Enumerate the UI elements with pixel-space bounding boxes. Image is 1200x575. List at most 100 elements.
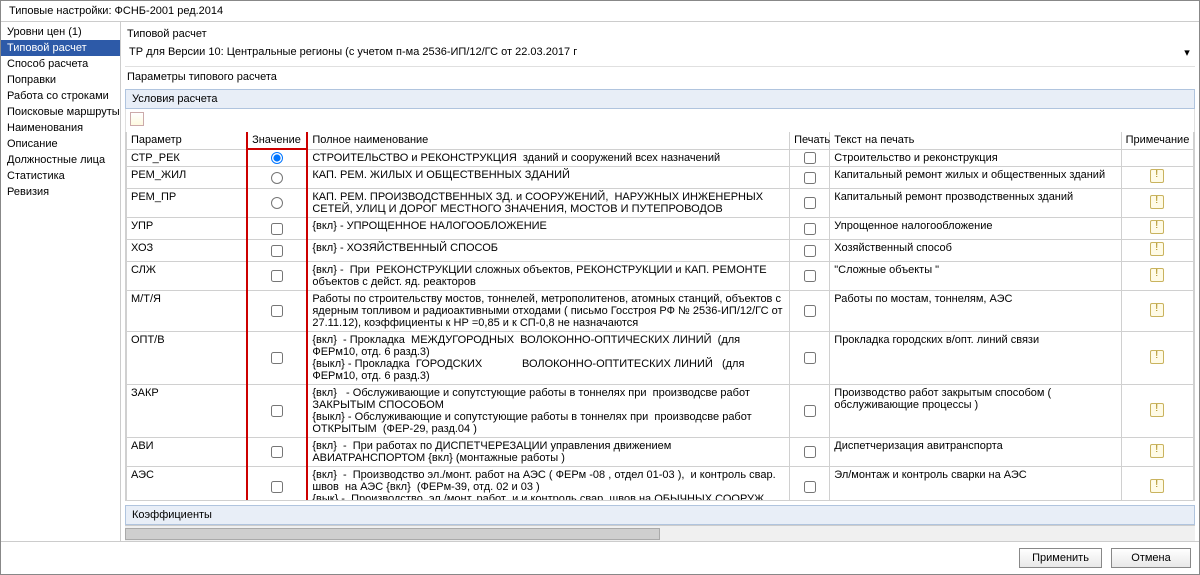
table-row: ХОЗ{вкл} - ХОЗЯЙСТВЕННЫЙ СПОСОБХозяйстве…	[127, 240, 1194, 262]
note-icon[interactable]	[1150, 479, 1164, 493]
fullname-cell: {вкл} - Обслуживающие и сопутстующие раб…	[307, 385, 789, 438]
print-cell	[790, 149, 830, 167]
sidebar-item[interactable]: Наименования	[1, 120, 120, 136]
value-cell	[247, 167, 307, 189]
conditions-group-header[interactable]: Условия расчета	[125, 89, 1195, 109]
print-checkbox[interactable]	[804, 245, 816, 257]
sidebar-item[interactable]: Поправки	[1, 72, 120, 88]
param-cell: УПР	[127, 218, 248, 240]
fullname-cell: {вкл} - Производство эл./монт. работ на …	[307, 467, 789, 501]
value-checkbox[interactable]	[271, 245, 283, 257]
table-row: РЕМ_ПРКАП. РЕМ. ПРОИЗВОДСТВЕННЫХ ЗД. и С…	[127, 189, 1194, 218]
col-note[interactable]: Примечание	[1121, 132, 1193, 149]
print-checkbox[interactable]	[804, 446, 816, 458]
note-cell	[1121, 189, 1193, 218]
print-cell	[790, 240, 830, 262]
value-cell	[247, 189, 307, 218]
fullname-cell: {вкл} - При работах по ДИСПЕТЧЕРЕЗАЦИИ у…	[307, 438, 789, 467]
value-checkbox[interactable]	[271, 305, 283, 317]
note-icon[interactable]	[1150, 220, 1164, 234]
print-cell	[790, 167, 830, 189]
param-cell: РЕМ_ЖИЛ	[127, 167, 248, 189]
sidebar-item[interactable]: Уровни цен (1)	[1, 24, 120, 40]
chevron-down-icon[interactable]: ▾	[1179, 46, 1195, 59]
note-icon[interactable]	[1150, 303, 1164, 317]
calc-dropdown[interactable]: ТР для Версии 10: Центральные регионы (с…	[125, 42, 1195, 67]
sidebar-item[interactable]: Типовой расчет	[1, 40, 120, 56]
table-row: УПР{вкл} - УПРОЩЕННОЕ НАЛОГООБЛОЖЕНИЕУпр…	[127, 218, 1194, 240]
col-print[interactable]: Печать	[790, 132, 830, 149]
print-checkbox[interactable]	[804, 270, 816, 282]
note-icon[interactable]	[1150, 195, 1164, 209]
param-cell: СТР_РЕК	[127, 149, 248, 167]
table-row: СТР_РЕКСТРОИТЕЛЬСТВО и РЕКОНСТРУКЦИЯ зда…	[127, 149, 1194, 167]
param-cell: АЭС	[127, 467, 248, 501]
fullname-cell: КАП. РЕМ. ЖИЛЫХ И ОБЩЕСТВЕННЫХ ЗДАНИЙ	[307, 167, 789, 189]
print-checkbox[interactable]	[804, 481, 816, 493]
print-cell	[790, 438, 830, 467]
horizontal-scrollbar[interactable]	[125, 525, 1195, 541]
sidebar-item[interactable]: Должностные лица	[1, 152, 120, 168]
note-cell	[1121, 291, 1193, 332]
print-checkbox[interactable]	[804, 352, 816, 364]
print-text-cell: Упрощенное налогообложение	[830, 218, 1121, 240]
sidebar-item[interactable]: Способ расчета	[1, 56, 120, 72]
value-radio[interactable]	[271, 152, 283, 164]
col-ptext[interactable]: Текст на печать	[830, 132, 1121, 149]
value-cell	[247, 438, 307, 467]
note-cell	[1121, 467, 1193, 501]
print-checkbox[interactable]	[804, 405, 816, 417]
print-text-cell: Строительство и реконструкция	[830, 149, 1121, 167]
sidebar-item[interactable]: Статистика	[1, 168, 120, 184]
sidebar-item[interactable]: Работа со строками	[1, 88, 120, 104]
note-icon[interactable]	[1150, 403, 1164, 417]
print-checkbox[interactable]	[804, 305, 816, 317]
value-checkbox[interactable]	[271, 270, 283, 282]
note-icon[interactable]	[1150, 242, 1164, 256]
table-row: СЛЖ{вкл} - При РЕКОНСТРУКЦИИ сложных объ…	[127, 262, 1194, 291]
print-checkbox[interactable]	[804, 197, 816, 209]
table-row: РЕМ_ЖИЛ КАП. РЕМ. ЖИЛЫХ И ОБЩЕСТВЕННЫХ ЗД…	[127, 167, 1194, 189]
sidebar-item[interactable]: Ревизия	[1, 184, 120, 200]
coefficients-group-header[interactable]: Коэффициенты	[125, 505, 1195, 525]
value-checkbox[interactable]	[271, 481, 283, 493]
value-cell	[247, 240, 307, 262]
value-checkbox[interactable]	[271, 352, 283, 364]
print-checkbox[interactable]	[804, 152, 816, 164]
col-full[interactable]: Полное наименование	[307, 132, 789, 149]
apply-button[interactable]: Применить	[1019, 548, 1102, 568]
col-param[interactable]: Параметр	[127, 132, 248, 149]
note-icon[interactable]	[1150, 350, 1164, 364]
note-icon[interactable]	[1150, 268, 1164, 282]
note-cell	[1121, 218, 1193, 240]
window-title: Типовые настройки: ФСНБ-2001 ред.2014	[1, 1, 1199, 22]
note-cell	[1121, 240, 1193, 262]
table-row: ЗАКР{вкл} - Обслуживающие и сопутстующие…	[127, 385, 1194, 438]
value-radio[interactable]	[271, 197, 283, 209]
note-icon[interactable]	[1150, 169, 1164, 183]
param-cell: М/Т/Я	[127, 291, 248, 332]
edit-icon[interactable]	[130, 112, 144, 126]
value-checkbox[interactable]	[271, 223, 283, 235]
value-checkbox[interactable]	[271, 405, 283, 417]
print-checkbox[interactable]	[804, 223, 816, 235]
print-cell	[790, 218, 830, 240]
params-label: Параметры типового расчета	[125, 67, 1195, 87]
table-row: ОПТ/В{вкл} - Прокладка МЕЖДУГОРОДНЫХ ВОЛ…	[127, 332, 1194, 385]
note-cell	[1121, 149, 1193, 167]
value-radio[interactable]	[271, 172, 283, 184]
sidebar-item[interactable]: Поисковые маршруты	[1, 104, 120, 120]
note-icon[interactable]	[1150, 444, 1164, 458]
table-row: М/Т/ЯРаботы по строительству мостов, тон…	[127, 291, 1194, 332]
print-cell	[790, 385, 830, 438]
sidebar-item[interactable]: Описание	[1, 136, 120, 152]
print-cell	[790, 467, 830, 501]
value-checkbox[interactable]	[271, 446, 283, 458]
note-cell	[1121, 332, 1193, 385]
print-checkbox[interactable]	[804, 172, 816, 184]
print-text-cell: Хозяйственный способ	[830, 240, 1121, 262]
fullname-cell: {вкл} - При РЕКОНСТРУКЦИИ сложных объект…	[307, 262, 789, 291]
print-text-cell: Производство работ закрытым способом ( о…	[830, 385, 1121, 438]
cancel-button[interactable]: Отмена	[1111, 548, 1191, 568]
col-value[interactable]: Значение	[247, 132, 307, 149]
